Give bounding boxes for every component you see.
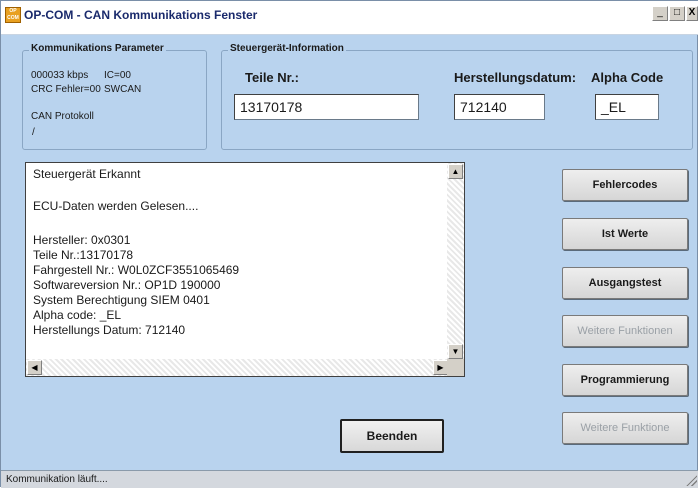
log-line: Hersteller: 0x0301 xyxy=(33,233,131,247)
fehlercodes-button[interactable]: Fehlercodes xyxy=(562,169,688,201)
log-line: Teile Nr.:13170178 xyxy=(33,248,134,262)
teile-nr-label: Teile Nr.: xyxy=(245,70,299,85)
close-button[interactable]: X xyxy=(686,6,698,21)
log-line: System Berechtigung SIEM 0401 xyxy=(33,293,210,307)
steuergeraet-information-group: Steuergerät-Information Teile Nr.: 13170… xyxy=(221,43,693,150)
log-line: ECU-Daten werden Gelesen.... xyxy=(33,199,199,213)
title-bar[interactable]: OP COM OP-COM - CAN Kommunikations Fenst… xyxy=(1,1,698,35)
teile-nr-field[interactable]: 13170178 xyxy=(234,94,419,120)
kommunikations-parameter-legend: Kommunikations Parameter xyxy=(29,43,166,54)
minimize-button[interactable]: _ xyxy=(652,6,668,21)
ic-value: IC=00 xyxy=(104,70,131,81)
window-title: OP-COM - CAN Kommunikations Fenster xyxy=(24,8,258,22)
protokoll-value: / xyxy=(32,127,35,138)
herstellungsdatum-label: Herstellungsdatum: xyxy=(454,70,577,85)
vertical-scrollbar[interactable]: ▲ ▼ xyxy=(447,163,464,360)
alpha-code-field[interactable]: _EL xyxy=(595,94,659,120)
log-line: Steuergerät Erkannt xyxy=(33,167,141,181)
crc-fehler: CRC Fehler=00 xyxy=(31,84,101,95)
log-line: Softwareversion Nr.: OP1D 190000 xyxy=(33,278,221,292)
resize-grip-icon[interactable] xyxy=(685,474,697,486)
op-com-window: OP COM OP-COM - CAN Kommunikations Fenst… xyxy=(0,0,698,488)
status-bar: Kommunikation läuft.... xyxy=(1,470,698,488)
log-line: Fahrgestell Nr.: W0L0ZCF3551065469 xyxy=(33,263,240,277)
weitere-funktione-button[interactable]: Weitere Funktione xyxy=(562,412,688,444)
log-line: Herstellungs Datum: 712140 xyxy=(33,323,186,337)
scroll-corner xyxy=(447,359,464,376)
log-output[interactable]: Steuergerät Erkannt ECU-Daten werden Gel… xyxy=(25,162,465,377)
protokoll-label: CAN Protokoll xyxy=(31,111,94,122)
horizontal-scrollbar[interactable]: ◀ ▶ xyxy=(26,359,449,376)
alpha-code-label: Alpha Code xyxy=(591,70,664,85)
baud-rate: 000033 kbps xyxy=(31,70,89,81)
ist-werte-button[interactable]: Ist Werte xyxy=(562,218,688,250)
scroll-up-icon[interactable]: ▲ xyxy=(448,164,463,179)
scroll-right-icon[interactable]: ▶ xyxy=(433,360,448,375)
herstellungsdatum-field[interactable]: 712140 xyxy=(454,94,545,120)
log-line: Alpha code: _EL xyxy=(33,308,122,322)
ausgangstest-button[interactable]: Ausgangstest xyxy=(562,267,688,299)
app-icon: OP COM xyxy=(5,7,21,23)
kommunikations-parameter-group: Kommunikations Parameter 000033 kbps IC=… xyxy=(22,43,207,150)
bus-type: SWCAN xyxy=(104,84,142,95)
programmierung-button[interactable]: Programmierung xyxy=(562,364,688,396)
steuergeraet-information-legend: Steuergerät-Information xyxy=(228,43,346,54)
maximize-button[interactable]: □ xyxy=(669,6,685,21)
status-text: Kommunikation läuft.... xyxy=(6,474,108,485)
weitere-funktionen-button[interactable]: Weitere Funktionen xyxy=(562,315,688,347)
scroll-down-icon[interactable]: ▼ xyxy=(448,344,463,359)
beenden-button[interactable]: Beenden xyxy=(340,419,444,453)
scroll-left-icon[interactable]: ◀ xyxy=(27,360,42,375)
